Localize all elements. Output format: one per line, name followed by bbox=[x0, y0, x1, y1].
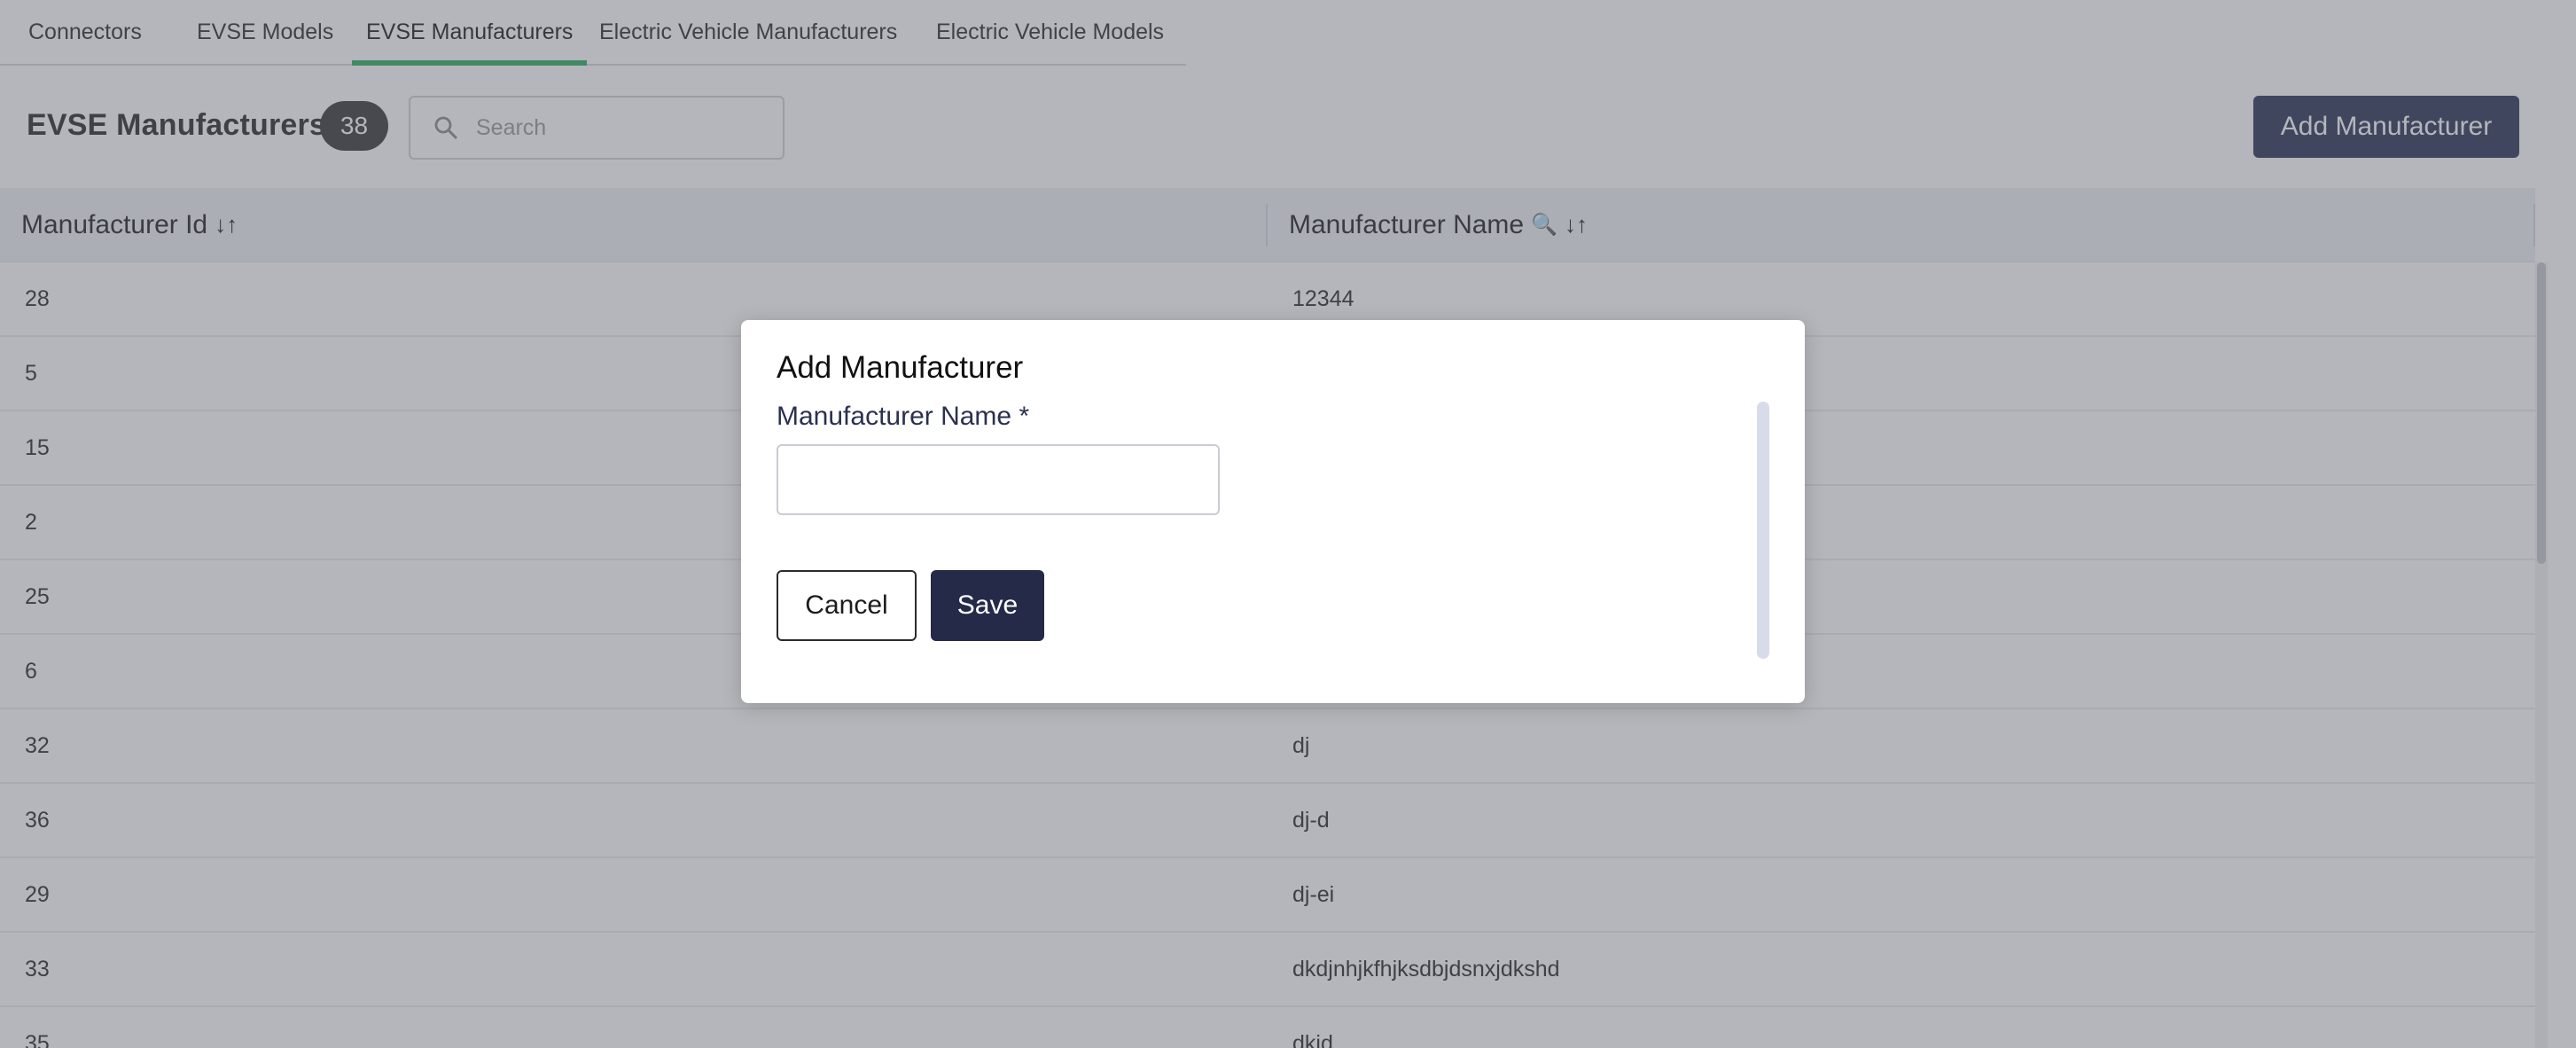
manufacturer-name-input[interactable] bbox=[777, 444, 1220, 515]
cancel-button[interactable]: Cancel bbox=[777, 570, 917, 641]
save-button[interactable]: Save bbox=[931, 570, 1044, 641]
add-manufacturer-dialog: Add Manufacturer Manufacturer Name * Can… bbox=[741, 320, 1805, 703]
manufacturer-name-label: Manufacturer Name * bbox=[777, 402, 1030, 431]
dialog-scrollbar-thumb[interactable] bbox=[1757, 402, 1769, 659]
dialog-title: Add Manufacturer bbox=[777, 350, 1024, 385]
dialog-scrollbar[interactable] bbox=[1757, 402, 1769, 659]
